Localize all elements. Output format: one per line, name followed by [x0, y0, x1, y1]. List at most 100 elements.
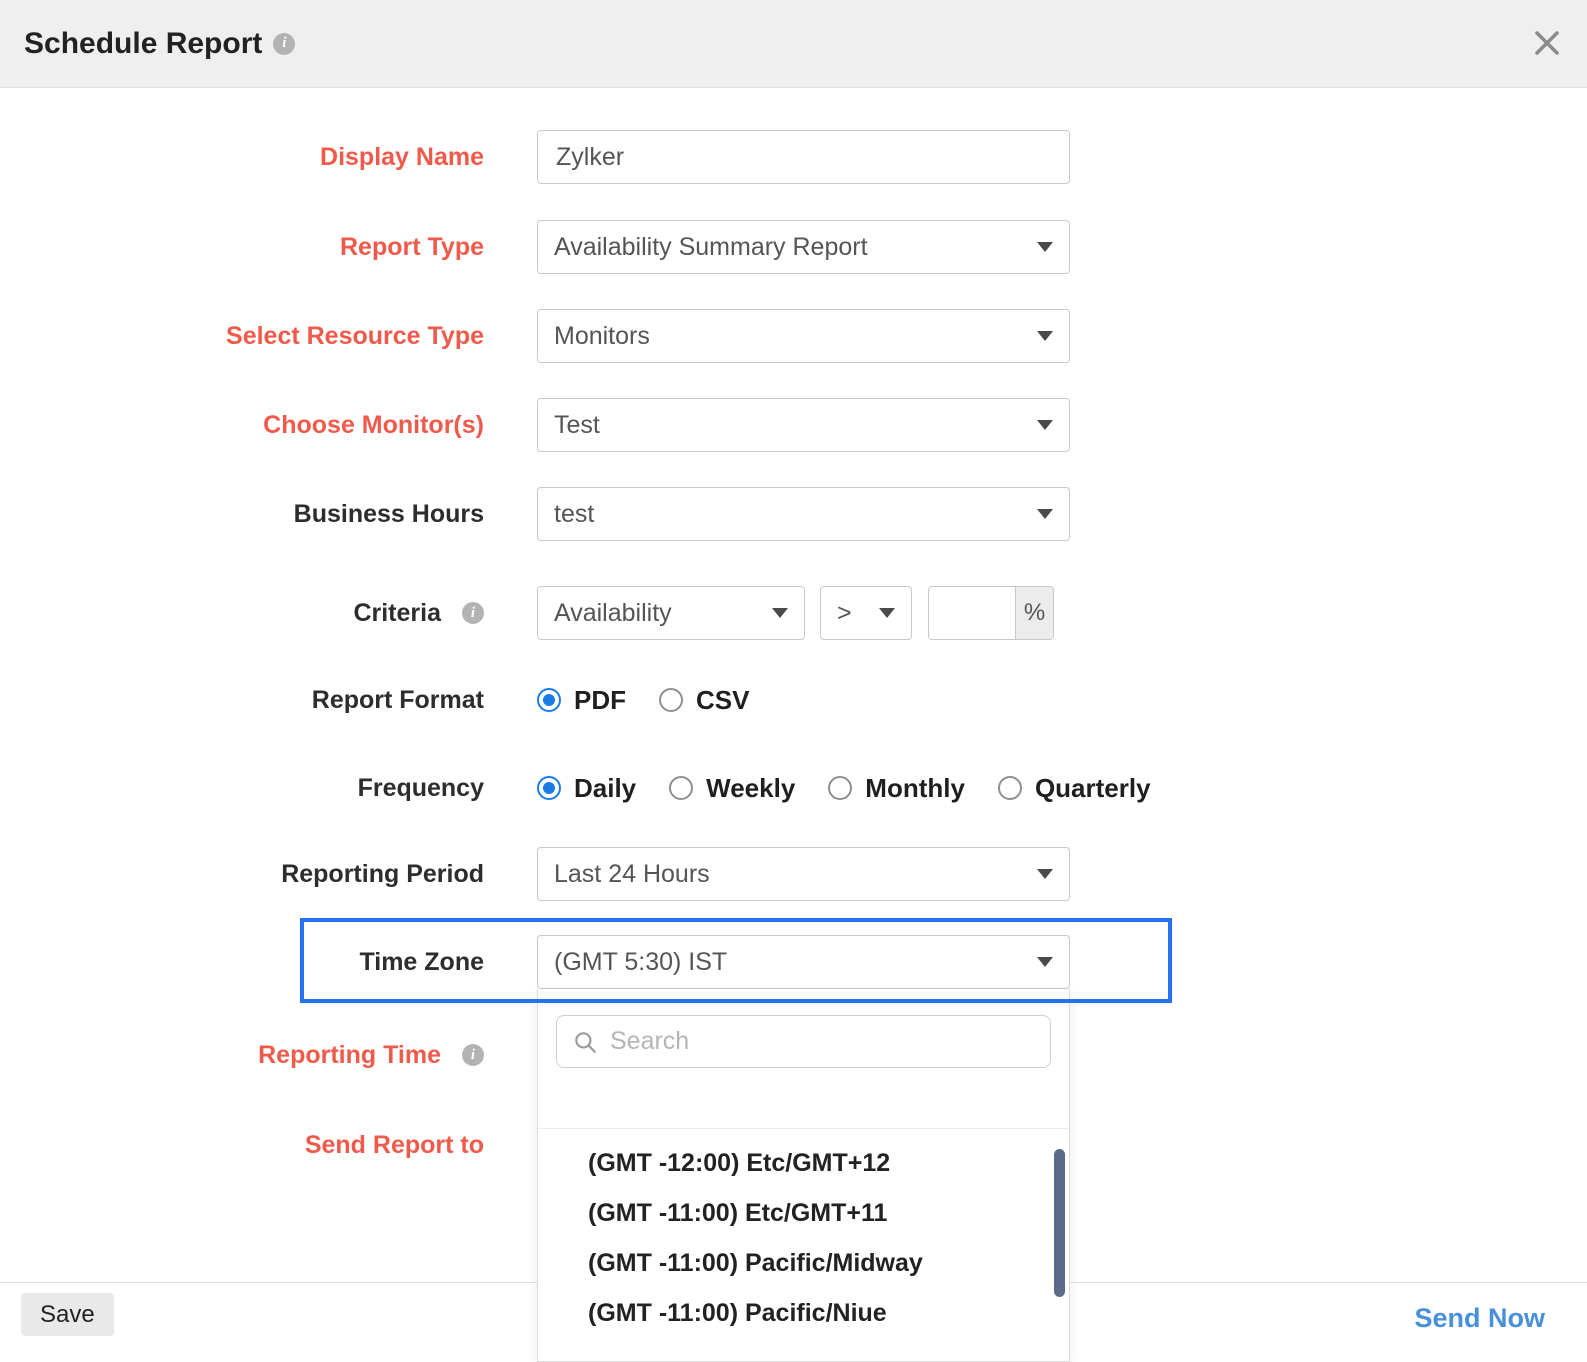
frequency-row: Frequency Daily Weekly Monthly: [0, 761, 1587, 815]
chevron-down-icon: [879, 608, 895, 618]
frequency-option[interactable]: Quarterly: [998, 773, 1151, 804]
page-title: Schedule Report: [24, 27, 262, 61]
info-icon[interactable]: i: [273, 33, 295, 55]
business-hours-label-text: Business Hours: [294, 500, 484, 529]
report-format-option[interactable]: CSV: [659, 685, 749, 716]
radio-option-label: PDF: [574, 685, 626, 716]
resource-type-select[interactable]: Monitors: [537, 309, 1070, 363]
display-name-label-text: Display Name: [320, 143, 484, 172]
reporting-time-label: Reporting Time i: [0, 1028, 484, 1082]
resource-type-label: Select Resource Type: [0, 309, 484, 363]
schedule-report-dialog: Schedule Report i Display Name Report Ty…: [0, 0, 1587, 1362]
time-zone-dropdown-panel: (GMT -12:00) Etc/GMT+12 (GMT -11:00) Etc…: [537, 989, 1070, 1362]
display-name-row: Display Name: [0, 130, 1587, 184]
resource-type-row: Select Resource Type Monitors: [0, 309, 1587, 363]
criteria-threshold-group: %: [928, 586, 1054, 640]
chevron-down-icon: [1037, 869, 1053, 879]
criteria-row: Criteria i Availability > %: [0, 586, 1587, 640]
chevron-down-icon: [1037, 420, 1053, 430]
report-format-radio-group: PDF CSV: [537, 673, 749, 727]
frequency-option[interactable]: Weekly: [669, 773, 795, 804]
reporting-period-label-text: Reporting Period: [281, 860, 484, 889]
close-button[interactable]: [1529, 26, 1565, 62]
radio-option-label: Daily: [574, 773, 636, 804]
report-type-row: Report Type Availability Summary Report: [0, 220, 1587, 274]
choose-monitors-select[interactable]: Test: [537, 398, 1070, 452]
time-zone-value: (GMT 5:30) IST: [554, 948, 1027, 977]
criteria-metric-select[interactable]: Availability: [537, 586, 805, 640]
criteria-operator-value: >: [837, 599, 869, 628]
frequency-option[interactable]: Daily: [537, 773, 636, 804]
criteria-threshold-input[interactable]: [929, 587, 1015, 639]
frequency-label-text: Frequency: [358, 774, 484, 803]
display-name-label: Display Name: [0, 130, 484, 184]
reporting-period-select[interactable]: Last 24 Hours: [537, 847, 1070, 901]
resource-type-value: Monitors: [554, 322, 1027, 351]
display-name-input[interactable]: [537, 130, 1070, 184]
criteria-label-text: Criteria: [353, 599, 441, 628]
report-format-label-text: Report Format: [312, 686, 484, 715]
radio-icon: [669, 776, 693, 800]
choose-monitors-value: Test: [554, 411, 1027, 440]
business-hours-row: Business Hours test: [0, 487, 1587, 541]
report-type-value: Availability Summary Report: [554, 233, 1027, 262]
report-format-label: Report Format: [0, 673, 484, 727]
report-type-select[interactable]: Availability Summary Report: [537, 220, 1070, 274]
time-zone-label: Time Zone: [0, 935, 484, 989]
save-button[interactable]: Save: [21, 1293, 114, 1336]
radio-icon: [828, 776, 852, 800]
chevron-down-icon: [1037, 242, 1053, 252]
time-zone-label-text: Time Zone: [359, 948, 484, 977]
dialog-header: Schedule Report i: [0, 0, 1587, 88]
time-zone-option[interactable]: (GMT -12:00) Etc/GMT+12: [538, 1138, 1069, 1188]
resource-type-label-text: Select Resource Type: [226, 322, 484, 351]
close-icon: [1531, 27, 1563, 62]
radio-option-label: Weekly: [706, 773, 795, 804]
radio-option-label: Quarterly: [1035, 773, 1151, 804]
criteria-operator-select[interactable]: >: [820, 586, 912, 640]
choose-monitors-label-text: Choose Monitor(s): [263, 411, 484, 440]
radio-icon: [659, 688, 683, 712]
time-zone-option[interactable]: (GMT -11:00) Pacific/Niue: [538, 1288, 1069, 1338]
send-report-to-label-text: Send Report to: [305, 1131, 484, 1160]
frequency-option[interactable]: Monthly: [828, 773, 965, 804]
reporting-period-row: Reporting Period Last 24 Hours: [0, 847, 1587, 901]
radio-icon: [537, 776, 561, 800]
choose-monitors-label: Choose Monitor(s): [0, 398, 484, 452]
time-zone-option[interactable]: (GMT -11:00) Pacific/Midway: [538, 1238, 1069, 1288]
info-icon[interactable]: i: [462, 1044, 484, 1066]
business-hours-label: Business Hours: [0, 487, 484, 541]
chevron-down-icon: [1037, 957, 1053, 967]
reporting-period-value: Last 24 Hours: [554, 860, 1027, 889]
info-icon[interactable]: i: [462, 602, 484, 624]
reporting-period-label: Reporting Period: [0, 847, 484, 901]
send-report-to-label: Send Report to: [0, 1118, 484, 1172]
time-zone-search-box: [556, 1015, 1051, 1068]
chevron-down-icon: [1037, 509, 1053, 519]
report-type-label-text: Report Type: [340, 233, 484, 262]
report-format-option[interactable]: PDF: [537, 685, 626, 716]
send-now-link[interactable]: Send Now: [1414, 1303, 1545, 1334]
reporting-time-label-text: Reporting Time: [258, 1041, 441, 1070]
report-format-row: Report Format PDF CSV: [0, 673, 1587, 727]
chevron-down-icon: [772, 608, 788, 618]
time-zone-options-list: (GMT -12:00) Etc/GMT+12 (GMT -11:00) Etc…: [538, 1128, 1069, 1361]
criteria-label: Criteria i: [0, 586, 484, 640]
dropdown-scrollbar-thumb[interactable]: [1054, 1149, 1065, 1297]
radio-icon: [537, 688, 561, 712]
percent-suffix: %: [1015, 587, 1053, 639]
chevron-down-icon: [1037, 331, 1053, 341]
choose-monitors-row: Choose Monitor(s) Test: [0, 398, 1587, 452]
report-type-label: Report Type: [0, 220, 484, 274]
business-hours-value: test: [554, 500, 1027, 529]
time-zone-select[interactable]: (GMT 5:30) IST: [537, 935, 1070, 989]
frequency-radio-group: Daily Weekly Monthly Quarterly: [537, 761, 1151, 815]
radio-icon: [998, 776, 1022, 800]
search-icon: [572, 1029, 598, 1055]
time-zone-option[interactable]: (GMT -11:00) Etc/GMT+11: [538, 1188, 1069, 1238]
criteria-metric-value: Availability: [554, 599, 762, 628]
radio-option-label: Monthly: [865, 773, 965, 804]
time-zone-search-input[interactable]: [610, 1027, 1035, 1056]
business-hours-select[interactable]: test: [537, 487, 1070, 541]
frequency-label: Frequency: [0, 761, 484, 815]
